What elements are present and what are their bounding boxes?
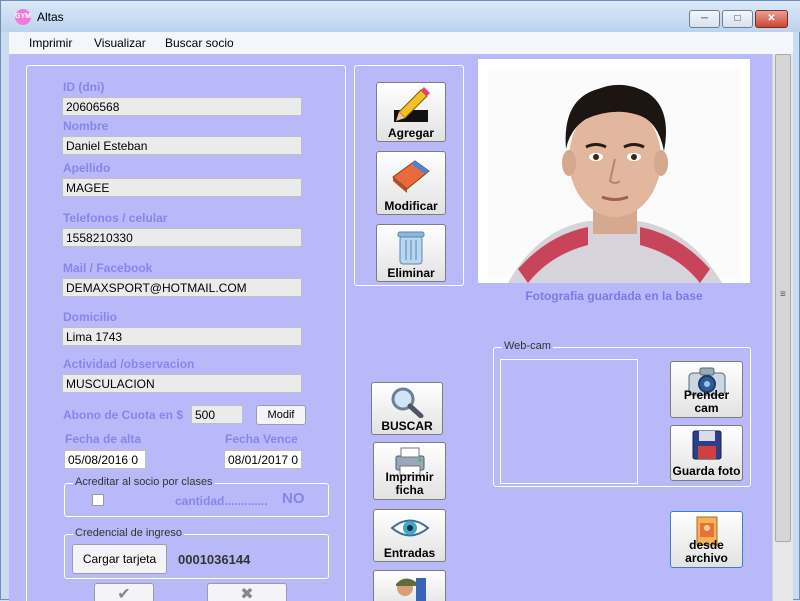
member-photo (478, 59, 750, 283)
minimize-button[interactable]: ─ (689, 10, 720, 28)
guarda-foto-label: Guarda foto (672, 464, 741, 478)
floppy-disk-icon (692, 430, 721, 460)
entradas-label: Entradas (383, 546, 436, 560)
socios-button[interactable] (373, 570, 446, 601)
cantidad-label: cantidad............. (175, 494, 268, 508)
domicilio-label: Domicilio (63, 310, 118, 324)
person-photo-image (478, 59, 750, 283)
desde-archivo-label: desde archivo (685, 538, 728, 565)
webcam-group: Web-cam Prender cam Guarda foto (493, 340, 751, 487)
menu-buscar-socio[interactable]: Buscar socio (165, 36, 234, 50)
people-icon (395, 578, 426, 601)
id-label: ID (dni) (63, 80, 105, 94)
close-button[interactable]: ✕ (755, 10, 788, 28)
buscar-button[interactable]: BUSCAR (371, 382, 443, 435)
eye-icon (389, 519, 430, 537)
window-title: Altas (37, 10, 64, 24)
fecha-vence-label: Fecha Vence (225, 432, 298, 446)
abono-field[interactable]: 500 (191, 405, 243, 424)
eliminar-label: Eliminar (387, 266, 435, 280)
photo-caption: Fotografia guardada en la base (525, 289, 703, 303)
eliminar-button[interactable]: Eliminar (376, 224, 446, 282)
agregar-label: Agregar (387, 126, 434, 140)
cantidad-value: NO (282, 490, 305, 507)
menu-visualizar[interactable]: Visualizar (94, 36, 146, 50)
datos-group: ID (dni) 20606568 Nombre Daniel Esteban … (26, 65, 346, 601)
telefonos-field[interactable]: 1558210330 (62, 228, 302, 247)
eraser-icon (392, 160, 430, 193)
form-area: ID (dni) 20606568 Nombre Daniel Esteban … (9, 54, 772, 601)
scroll-grip-icon: ≡ (780, 289, 786, 300)
modificar-label: Modificar (384, 199, 438, 213)
cancel-button[interactable]: ✖ (207, 583, 287, 601)
credencial-title: Credencial de ingreso (73, 527, 185, 539)
main-window: GYM Altas ─ □ ✕ Imprimir Visualizar Busc… (0, 0, 800, 601)
fecha-vence-field[interactable]: 08/01/2017 0 (224, 450, 302, 469)
clases-group: Acreditar al socio por clases cantidad..… (64, 476, 329, 517)
actividad-label: Actividad /observacion (63, 357, 195, 371)
prender-cam-label: Prender cam (683, 388, 730, 415)
webcam-title: Web-cam (502, 340, 553, 352)
prender-cam-button[interactable]: Prender cam (670, 361, 743, 418)
apellido-field[interactable]: MAGEE (62, 178, 302, 197)
nombre-label: Nombre (63, 119, 109, 133)
clases-title: Acreditar al socio por clases (73, 476, 215, 488)
x-icon: ✖ (240, 586, 254, 601)
mail-field[interactable]: DEMAXSPORT@HOTMAIL.COM (62, 278, 302, 297)
fecha-alta-label: Fecha de alta (65, 432, 142, 446)
credencial-number: 0001036144 (178, 552, 251, 567)
abono-label: Abono de Cuota en $ (63, 408, 183, 422)
nombre-field[interactable]: Daniel Esteban (62, 136, 302, 155)
scrollbar-thumb[interactable]: ≡ (775, 54, 791, 542)
confirm-button[interactable]: ✔ (94, 583, 154, 601)
pencil-icon (394, 87, 430, 122)
telefonos-label: Telefonos / celular (63, 211, 168, 225)
domicilio-field[interactable]: Lima 1743 (62, 327, 302, 346)
fecha-alta-field[interactable]: 05/08/2016 0 (64, 450, 146, 469)
agregar-button[interactable]: Agregar (376, 82, 446, 142)
mail-label: Mail / Facebook (63, 261, 153, 275)
vertical-scrollbar[interactable]: ≡ (772, 54, 793, 601)
app-icon: GYM (15, 9, 31, 25)
actividad-field[interactable]: MUSCULACION (62, 374, 302, 393)
apellido-label: Apellido (63, 161, 111, 175)
clases-checkbox[interactable] (92, 494, 104, 506)
entradas-button[interactable]: Entradas (373, 509, 446, 562)
magnifier-icon (391, 387, 424, 418)
menu-imprimir[interactable]: Imprimir (29, 36, 72, 50)
webcam-preview (500, 359, 638, 484)
imprimir-ficha-button[interactable]: Imprimir ficha (373, 442, 446, 500)
guarda-foto-button[interactable]: Guarda foto (670, 425, 743, 481)
imprimir-label: Imprimir ficha (385, 470, 434, 497)
acciones-group: Agregar Modificar Eliminar (354, 65, 464, 286)
trash-icon (397, 231, 425, 265)
desde-archivo-button[interactable]: desde archivo (670, 511, 743, 568)
menu-bar: Imprimir Visualizar Buscar socio (9, 32, 793, 54)
title-bar[interactable]: GYM Altas ─ □ ✕ (1, 1, 800, 32)
credencial-group: Credencial de ingreso Cargar tarjeta 000… (64, 527, 329, 579)
cargar-tarjeta-button[interactable]: Cargar tarjeta (72, 544, 167, 574)
id-field[interactable]: 20606568 (62, 97, 302, 116)
modif-button[interactable]: Modif (256, 405, 306, 425)
modificar-button[interactable]: Modificar (376, 151, 446, 215)
check-icon: ✔ (117, 586, 131, 601)
maximize-button[interactable]: □ (722, 10, 753, 28)
buscar-label: BUSCAR (381, 419, 433, 433)
